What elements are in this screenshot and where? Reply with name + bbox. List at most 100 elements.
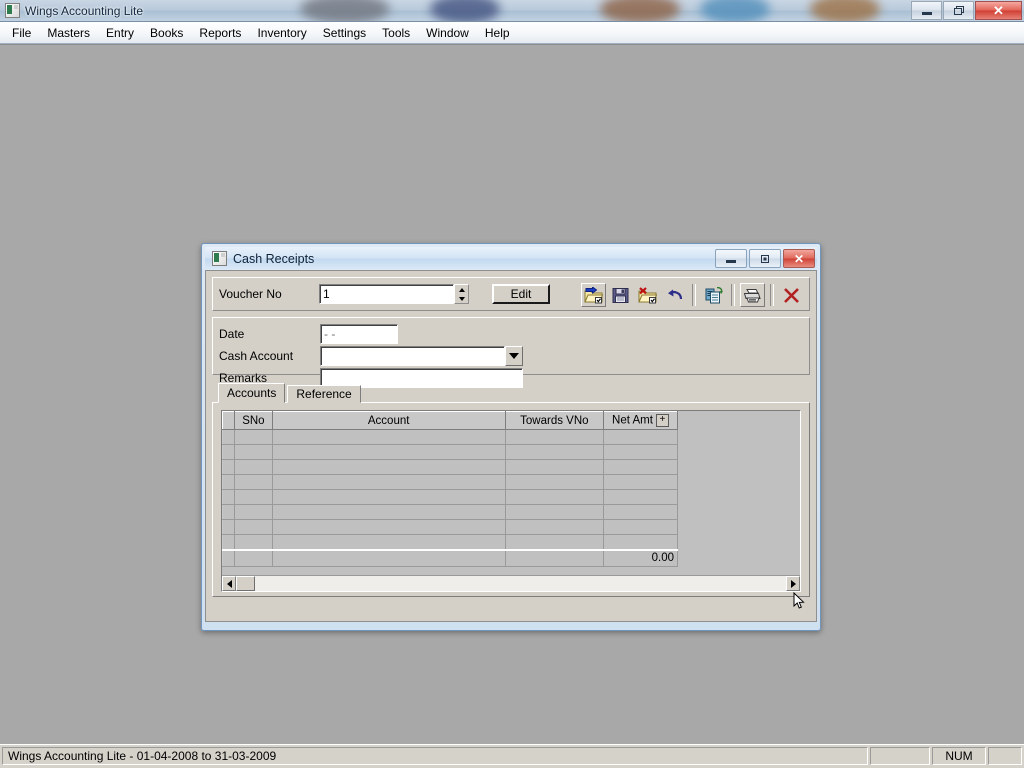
menu-item-masters[interactable]: Masters	[39, 24, 98, 42]
menu-item-tools[interactable]: Tools	[374, 24, 418, 42]
status-pane-secondary	[870, 747, 930, 765]
spinner-up-button[interactable]	[455, 285, 468, 294]
menu-item-inventory[interactable]: Inventory	[249, 24, 314, 42]
cell-towards-vno[interactable]	[504, 519, 604, 535]
menu-item-help[interactable]: Help	[477, 24, 518, 42]
spinner-down-button[interactable]	[455, 294, 468, 303]
cell-account[interactable]	[271, 504, 506, 520]
accounts-grid: SNo Account Towards VNo Net Amt + 0.00	[221, 410, 801, 592]
cash-receipts-titlebar[interactable]: Cash Receipts ✕	[205, 247, 817, 270]
cell-account[interactable]	[271, 429, 506, 445]
cell-sno[interactable]	[234, 534, 273, 550]
menu-item-entry[interactable]: Entry	[98, 24, 142, 42]
cell-sno[interactable]	[234, 429, 273, 445]
grid-horizontal-scrollbar[interactable]	[222, 575, 800, 591]
scrollbar-thumb[interactable]	[236, 576, 255, 591]
cell-towards-vno[interactable]	[504, 429, 604, 445]
cash-account-combobox[interactable]	[320, 345, 523, 366]
date-row: Date - -	[219, 323, 803, 344]
tab-area: Accounts Reference SNo Account Towards V…	[212, 383, 810, 597]
table-row[interactable]	[222, 489, 679, 505]
cell-account[interactable]	[271, 459, 506, 475]
menu-item-books[interactable]: Books	[142, 24, 191, 42]
cell-select[interactable]	[222, 504, 236, 520]
cash-account-dropdown-button[interactable]	[505, 345, 523, 366]
tab-reference[interactable]: Reference	[287, 385, 361, 403]
edit-button[interactable]: Edit	[492, 284, 550, 304]
cell-account[interactable]	[271, 474, 506, 490]
cell-select[interactable]	[222, 459, 236, 475]
cell-net-amt[interactable]	[602, 429, 679, 445]
grid-col-select[interactable]	[222, 411, 236, 430]
restore-button[interactable]	[749, 249, 781, 268]
cell-net-amt[interactable]	[602, 504, 679, 520]
cell-towards-vno[interactable]	[504, 504, 604, 520]
cell-select[interactable]	[222, 534, 236, 550]
cell-net-amt[interactable]	[602, 519, 679, 535]
menu-item-file[interactable]: File	[4, 24, 39, 42]
grid-col-sno[interactable]: SNo	[234, 411, 273, 430]
cell-account[interactable]	[271, 534, 506, 550]
close-form-button[interactable]	[779, 283, 804, 307]
voucher-no-input[interactable]: 1	[319, 284, 454, 304]
cell-sno[interactable]	[234, 504, 273, 520]
voucher-no-spinner[interactable]	[454, 284, 469, 304]
table-row[interactable]	[222, 504, 679, 520]
scrollbar-track[interactable]	[236, 576, 786, 591]
cell-towards-vno[interactable]	[504, 474, 604, 490]
cell-account[interactable]	[271, 489, 506, 505]
cell-select[interactable]	[222, 519, 236, 535]
cash-account-field[interactable]	[320, 345, 505, 366]
cell-net-amt[interactable]	[602, 459, 679, 475]
cell-select[interactable]	[222, 489, 236, 505]
cell-select[interactable]	[222, 474, 236, 490]
table-row[interactable]	[222, 534, 679, 550]
undo-button[interactable]	[662, 283, 687, 307]
cell-towards-vno[interactable]	[504, 534, 604, 550]
grid-col-towards-vno[interactable]: Towards VNo	[504, 411, 604, 430]
copy-voucher-button[interactable]	[701, 283, 726, 307]
menu-item-window[interactable]: Window	[418, 24, 477, 42]
cell-sno[interactable]	[234, 474, 273, 490]
cell-select[interactable]	[222, 429, 236, 445]
cell-account[interactable]	[271, 519, 506, 535]
titlebar-blur-artifact	[810, 0, 880, 21]
minimize-button[interactable]	[715, 249, 747, 268]
table-row[interactable]	[222, 444, 679, 460]
cell-select[interactable]	[222, 444, 236, 460]
cell-sno[interactable]	[234, 444, 273, 460]
close-icon: ✕	[793, 251, 805, 266]
close-button[interactable]: ✕	[783, 249, 815, 268]
print-button[interactable]	[740, 283, 765, 307]
scroll-right-button[interactable]	[786, 576, 800, 591]
new-voucher-button[interactable]	[581, 283, 606, 307]
table-row[interactable]	[222, 519, 679, 535]
tab-accounts[interactable]: Accounts	[218, 383, 286, 403]
maximize-button[interactable]	[943, 1, 974, 20]
table-row[interactable]	[222, 474, 679, 490]
delete-button[interactable]	[635, 283, 660, 307]
cell-towards-vno[interactable]	[504, 489, 604, 505]
grid-col-account[interactable]: Account	[271, 411, 506, 430]
menu-item-reports[interactable]: Reports	[191, 24, 249, 42]
cell-sno[interactable]	[234, 459, 273, 475]
menu-item-settings[interactable]: Settings	[315, 24, 374, 42]
cell-towards-vno[interactable]	[504, 459, 604, 475]
cell-net-amt[interactable]	[602, 444, 679, 460]
cell-net-amt[interactable]	[602, 474, 679, 490]
date-field[interactable]: - -	[320, 323, 398, 344]
cell-sno[interactable]	[234, 489, 273, 505]
cell-towards-vno[interactable]	[504, 444, 604, 460]
table-row[interactable]	[222, 459, 679, 475]
expand-net-amt-button[interactable]: +	[655, 414, 669, 427]
cell-account[interactable]	[271, 444, 506, 460]
grid-col-net-amt[interactable]: Net Amt +	[602, 411, 679, 430]
cell-net-amt[interactable]	[602, 534, 679, 550]
cell-net-amt[interactable]	[602, 489, 679, 505]
minimize-button[interactable]	[911, 1, 942, 20]
close-button[interactable]: ✕	[975, 1, 1022, 20]
save-button[interactable]	[608, 283, 633, 307]
scroll-left-button[interactable]	[222, 576, 236, 591]
table-row[interactable]	[222, 429, 679, 445]
cell-sno[interactable]	[234, 519, 273, 535]
